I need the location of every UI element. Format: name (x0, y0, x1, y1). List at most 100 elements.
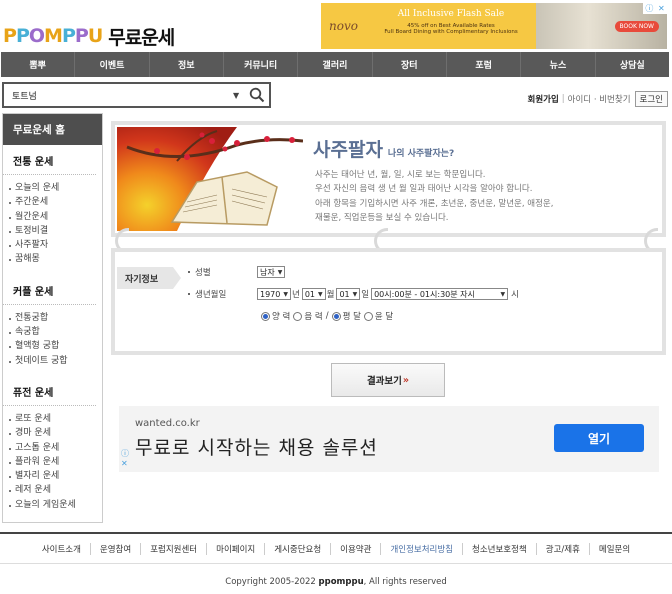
sidebar-item[interactable]: 토정비결 (3, 224, 102, 238)
nav-item[interactable]: 뽐뿌 (1, 52, 76, 77)
solar-radio[interactable]: 양 력 (261, 310, 290, 322)
ad-brand: novo (329, 19, 358, 33)
hero-desc-line: 아래 항목을 기입하시면 사주 개론, 초년운, 중년운, 말년운, 애정운, (315, 198, 554, 209)
view-result-button[interactable]: 결과보기» (331, 363, 445, 397)
normal-month-radio[interactable]: 평 달 (331, 310, 361, 322)
radio-unchecked (293, 311, 303, 321)
sidebar-group-title: 전통 운세 (3, 153, 96, 175)
year-select[interactable]: 1970 ▼ (257, 288, 291, 300)
sidebar-item[interactable]: 꿈해몽 (3, 252, 102, 266)
ad-close-icon[interactable]: ✕ (658, 4, 665, 13)
sidebar-item[interactable]: 사주팔자 (3, 238, 102, 252)
join-link[interactable]: 회원가입 (528, 93, 559, 105)
sidebar: 무료운세 홈 전통 운세 오늘의 운세 주간운세 월간운세 토정비결 사주팔자 … (2, 113, 103, 523)
year-value: 1970 (260, 289, 281, 299)
footer-link[interactable]: 광고/제휴 (535, 543, 589, 555)
month-select[interactable]: 01 ▼ (301, 288, 326, 300)
top-banner-ad[interactable]: novo All Inclusive Flash Sale 45% off on… (321, 3, 667, 49)
search-icon (249, 87, 265, 103)
ad-info-icon[interactable]: ⓘ (645, 3, 653, 14)
page: PPOMPPU 무료운세 novo All Inclusive Flash Sa… (0, 0, 672, 594)
footer-link[interactable]: 게시중단요청 (264, 543, 330, 555)
hero-desc-line: 재물운, 직업운등을 보실 수 있습니다. (315, 213, 449, 224)
chevron-down-icon: ▼ (283, 290, 288, 298)
ad-choices[interactable]: ⓘ ✕ (121, 449, 129, 469)
nav-item[interactable]: 상담실 (596, 52, 669, 77)
lunar-radio[interactable]: 음 력 (293, 310, 323, 322)
section-title[interactable]: 무료운세 (108, 23, 175, 50)
view-result-label: 결과보기 (366, 376, 402, 387)
search-button[interactable] (245, 84, 269, 106)
search-box: 토트넘 ▼ (2, 82, 271, 108)
sidebar-item[interactable]: 속궁합 (3, 325, 102, 339)
search-dropdown-icon[interactable]: ▼ (233, 91, 245, 100)
footer-link-privacy[interactable]: 개인정보처리방침 (380, 543, 462, 555)
normal-month-label: 평 달 (342, 312, 361, 322)
sidebar-item[interactable]: 오늘의 게임운세 (3, 498, 102, 512)
day-unit: 일 (361, 290, 370, 300)
sidebar-item[interactable]: 플라워 운세 (3, 455, 102, 469)
search-input[interactable]: 토트넘 (12, 89, 233, 102)
gender-value: 남자 (260, 267, 275, 277)
sidebar-item[interactable]: 주간운세 (3, 195, 102, 209)
copyright: Copyright 2005-2022 ppomppu, All rights … (0, 577, 672, 587)
nav-item[interactable]: 포럼 (447, 52, 522, 77)
footer-links: 사이트소개 운영참여 포럼지원센터 마이페이지 게시중단요청 이용약관 개인정보… (0, 543, 672, 555)
gender-row: 성별 남자 ▼ (187, 266, 286, 278)
calendar-row: 양 력 음 력 / 평 달 윤 달 (261, 310, 396, 322)
gender-select[interactable]: 남자 ▼ (257, 266, 286, 278)
leap-month-radio[interactable]: 윤 달 (363, 310, 394, 322)
birth-info-form: 자기정보 성별 남자 ▼ 생년월일 1970 ▼ 년 01 ▼ 월 01 ▼ 일 00시… (111, 248, 666, 355)
double-arrow-icon: » (402, 374, 410, 386)
sidebar-item[interactable]: 첫데이트 궁합 (3, 354, 102, 368)
nav-item[interactable]: 커뮤니티 (224, 52, 299, 77)
sidebar-item[interactable]: 별자리 운세 (3, 469, 102, 483)
sidebar-home[interactable]: 무료운세 홈 (3, 114, 102, 145)
ppomppu-logo[interactable]: PPOMPPU (3, 25, 103, 47)
hero-title: 사주팔자 (313, 139, 383, 161)
sidebar-item[interactable]: 월간운세 (3, 210, 102, 224)
birthdate-label: 생년월일 (187, 288, 257, 300)
nav-item[interactable]: 이벤트 (75, 52, 150, 77)
ad-book-now-button[interactable]: BOOK NOW (614, 21, 659, 32)
sidebar-group-traditional: 전통 운세 오늘의 운세 주간운세 월간운세 토정비결 사주팔자 꿈해몽 (3, 153, 102, 267)
sidebar-item[interactable]: 전통궁합 (3, 311, 102, 325)
radio-unchecked (363, 311, 373, 321)
sidebar-group-fusion: 퓨전 운세 로또 운세 경마 운세 고스톱 운세 플라워 운세 별자리 운세 레… (3, 384, 102, 512)
footer-link[interactable]: 청소년보호정책 (462, 543, 536, 555)
footer-link[interactable]: 메일문의 (588, 543, 639, 555)
footer-link[interactable]: 운영참여 (89, 543, 140, 555)
sidebar-group-title: 커플 운세 (3, 283, 96, 305)
time-unit: 시 (511, 290, 519, 300)
nav-item[interactable]: 장터 (373, 52, 447, 77)
sidebar-item[interactable]: 혈액형 궁합 (3, 339, 102, 353)
ad-domain: wanted.co.kr (135, 418, 200, 429)
sidebar-item[interactable]: 로또 운세 (3, 412, 102, 426)
ad-close-icon[interactable]: ✕ (121, 459, 129, 469)
sidebar-item[interactable]: 오늘의 운세 (3, 181, 102, 195)
bottom-banner-ad[interactable]: wanted.co.kr 무료로 시작하는 채용 솔루션 열기 ⓘ ✕ (119, 406, 659, 472)
ad-choices[interactable]: ⓘ ✕ (643, 3, 667, 14)
leap-month-label: 윤 달 (374, 312, 394, 322)
year-unit: 년 (291, 290, 300, 300)
sidebar-item[interactable]: 경마 운세 (3, 426, 102, 440)
site-logo[interactable]: PPOMPPU 무료운세 (3, 22, 175, 50)
nav-item[interactable]: 정보 (150, 52, 224, 77)
day-select[interactable]: 01 ▼ (336, 288, 361, 300)
time-select[interactable]: 00시:00분 - 01시:30분 자시 ▼ (371, 288, 509, 300)
month-unit: 월 (326, 290, 335, 300)
nav-item[interactable]: 뉴스 (521, 52, 596, 77)
sidebar-item[interactable]: 레저 운세 (3, 483, 102, 497)
find-account-link[interactable]: 아이디 · 비번찾기 (568, 93, 631, 105)
footer-link[interactable]: 이용약관 (330, 543, 380, 555)
footer-link[interactable]: 포럼지원센터 (140, 543, 206, 555)
radio-checked (261, 311, 270, 321)
ad-open-button[interactable]: 열기 (554, 424, 644, 452)
footer-link[interactable]: 마이페이지 (206, 543, 264, 555)
footer-link[interactable]: 사이트소개 (33, 543, 90, 555)
sidebar-item[interactable]: 고스톱 운세 (3, 441, 102, 455)
copyright-brand: ppomppu (318, 577, 364, 587)
ad-info-icon[interactable]: ⓘ (121, 449, 129, 459)
nav-item[interactable]: 갤러리 (298, 52, 373, 77)
login-button[interactable]: 로그인 (634, 91, 668, 107)
